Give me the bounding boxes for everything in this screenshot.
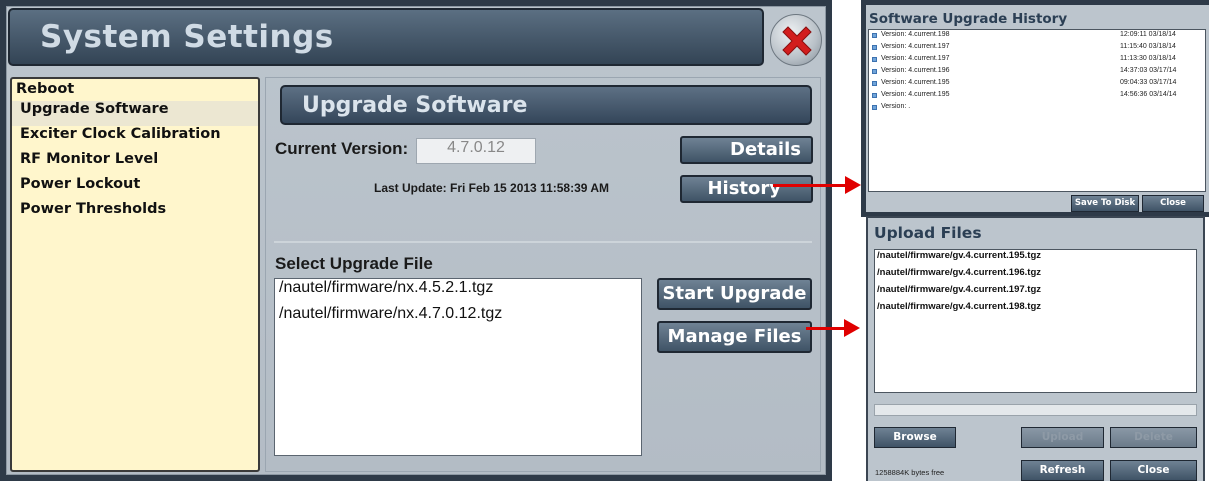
history-version: Version: 4.current.195 — [881, 79, 950, 86]
sidebar-item-rf-monitor-level[interactable]: RF Monitor Level — [12, 151, 258, 176]
history-title: Software Upgrade History — [869, 11, 1068, 27]
upgrade-file-list[interactable]: /nautel/firmware/nx.4.5.2.1.tgz /nautel/… — [274, 278, 642, 456]
history-arrow-line — [773, 184, 845, 187]
sidebar-item-power-thresholds[interactable]: Power Thresholds — [12, 201, 258, 226]
settings-sidebar: Reboot Upgrade Software Exciter Clock Ca… — [10, 77, 260, 472]
list-item[interactable]: Version: 4.current.195 09:04:33 03/17/14 — [869, 78, 1205, 90]
list-item[interactable]: /nautel/firmware/nx.4.5.2.1.tgz — [275, 279, 641, 305]
last-update-text: Last Update: Fri Feb 15 2013 11:58:39 AM — [374, 181, 609, 195]
sidebar-item-reboot[interactable]: Reboot — [12, 79, 258, 101]
list-item[interactable]: /nautel/firmware/gv.4.current.196.tgz — [875, 267, 1196, 284]
close-button[interactable] — [770, 14, 822, 66]
history-close-button[interactable]: Close — [1142, 195, 1204, 212]
divider — [274, 241, 812, 243]
history-version: Version: 4.current.195 — [881, 91, 950, 98]
history-timestamp: 14:56:36 03/14/14 — [1120, 91, 1177, 98]
list-item[interactable]: /nautel/firmware/gv.4.current.195.tgz — [875, 250, 1196, 267]
upload-progress-bar — [874, 404, 1197, 416]
sidebar-item-upgrade-software[interactable]: Upgrade Software — [12, 101, 258, 126]
history-timestamp: 14:37:03 03/17/14 — [1120, 67, 1177, 74]
browse-button[interactable]: Browse — [874, 427, 956, 448]
details-button[interactable]: Details — [680, 136, 813, 164]
sidebar-item-power-lockout[interactable]: Power Lockout — [12, 176, 258, 201]
history-version: Version: 4.current.197 — [881, 55, 950, 62]
history-list[interactable]: Version: 4.current.198 12:09:11 03/18/14… — [868, 29, 1206, 192]
start-upgrade-button[interactable]: Start Upgrade — [657, 278, 812, 310]
software-upgrade-history-dialog: Software Upgrade History Version: 4.curr… — [861, 0, 1209, 217]
upload-files-title: Upload Files — [874, 224, 982, 242]
history-version: Version: 4.current.197 — [881, 43, 950, 50]
list-item[interactable]: Version: . — [869, 102, 1205, 114]
history-timestamp: 09:04:33 03/17/14 — [1120, 79, 1177, 86]
upgrade-software-content: Upgrade Software Current Version: 4.7.0.… — [265, 77, 821, 472]
version-icon — [872, 45, 877, 50]
list-item[interactable]: Version: 4.current.195 14:56:36 03/14/14 — [869, 90, 1205, 102]
close-icon — [782, 26, 812, 56]
version-icon — [872, 33, 877, 38]
history-button[interactable]: History — [680, 175, 813, 203]
select-upgrade-file-label: Select Upgrade File — [275, 254, 433, 273]
list-item[interactable]: /nautel/firmware/gv.4.current.198.tgz — [875, 301, 1196, 318]
list-item[interactable]: Version: 4.current.198 12:09:11 03/18/14 — [869, 30, 1205, 42]
refresh-button[interactable]: Refresh — [1021, 460, 1104, 481]
sidebar-item-exciter-clock-calibration[interactable]: Exciter Clock Calibration — [12, 126, 258, 151]
list-item[interactable]: /nautel/firmware/gv.4.current.197.tgz — [875, 284, 1196, 301]
delete-button[interactable]: Delete — [1110, 427, 1197, 448]
system-settings-window: System Settings Reboot Upgrade Software … — [0, 0, 832, 481]
version-icon — [872, 81, 877, 86]
version-icon — [872, 57, 877, 62]
section-title: Upgrade Software — [302, 93, 528, 118]
upload-files-dialog: Upload Files /nautel/firmware/gv.4.curre… — [866, 216, 1205, 481]
history-version: Version: . — [881, 103, 911, 110]
version-icon — [872, 69, 877, 74]
manage-files-arrow-head — [844, 319, 860, 337]
list-item[interactable]: Version: 4.current.197 11:15:40 03/18/14 — [869, 42, 1205, 54]
upload-button[interactable]: Upload — [1021, 427, 1104, 448]
history-timestamp: 11:15:40 03/18/14 — [1120, 43, 1176, 50]
current-version-field: 4.7.0.12 — [416, 138, 536, 164]
version-icon — [872, 93, 877, 98]
version-icon — [872, 105, 877, 110]
list-item[interactable]: Version: 4.current.197 11:13:30 03/18/14 — [869, 54, 1205, 66]
history-version: Version: 4.current.196 — [881, 67, 950, 74]
current-version-label: Current Version: — [275, 139, 409, 158]
history-version: Version: 4.current.198 — [881, 31, 950, 38]
free-space-text: 1258884K bytes free — [875, 468, 945, 477]
manage-files-button[interactable]: Manage Files — [657, 321, 812, 353]
list-item[interactable]: /nautel/firmware/nx.4.7.0.12.tgz — [275, 305, 641, 331]
history-panel: Software Upgrade History Version: 4.curr… — [866, 5, 1209, 212]
window-title: System Settings — [40, 19, 334, 55]
save-to-disk-button[interactable]: Save To Disk — [1071, 195, 1139, 212]
title-bar: System Settings — [8, 8, 764, 66]
history-timestamp: 11:13:30 03/18/14 — [1120, 55, 1176, 62]
upload-close-button[interactable]: Close — [1110, 460, 1197, 481]
upload-file-list[interactable]: /nautel/firmware/gv.4.current.195.tgz /n… — [874, 249, 1197, 393]
history-arrow-head — [845, 176, 861, 194]
history-timestamp: 12:09:11 03/18/14 — [1120, 31, 1176, 38]
list-item[interactable]: Version: 4.current.196 14:37:03 03/17/14 — [869, 66, 1205, 78]
section-title-bar: Upgrade Software — [280, 85, 812, 125]
manage-files-arrow-line — [806, 327, 844, 330]
